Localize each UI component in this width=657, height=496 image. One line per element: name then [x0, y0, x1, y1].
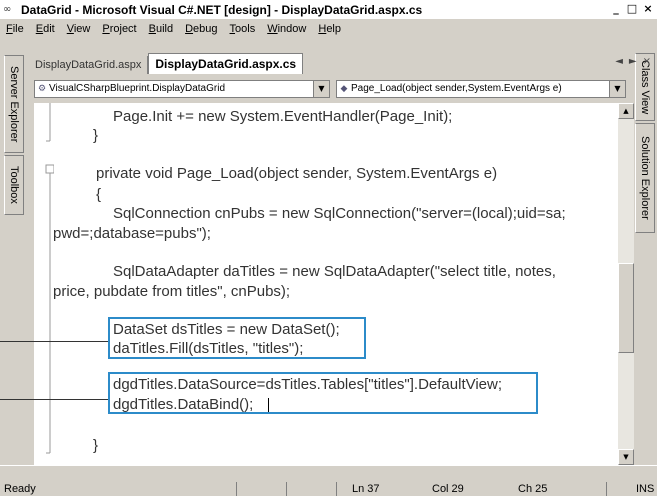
class-dropdown-value: VisualCSharpBlueprint.DisplayDataGrid — [49, 83, 226, 94]
menu-debug[interactable]: Debug — [179, 23, 223, 35]
callout-line-1 — [0, 341, 108, 342]
solution-explorer-tab[interactable]: Solution Explorer — [635, 123, 655, 233]
title-bar: ∞ DataGrid - Microsoft Visual C#.NET [de… — [0, 0, 657, 19]
chevron-down-icon[interactable]: ▼ — [609, 81, 625, 97]
status-divider — [236, 482, 237, 496]
tab-displaydatagrid-aspx-cs[interactable]: DisplayDataGrid.aspx.cs — [148, 53, 304, 74]
method-dropdown[interactable]: ◆ Page_Load(object sender,System.EventArg… — [336, 80, 626, 98]
tab-close-icon[interactable]: × — [643, 56, 651, 67]
menu-help[interactable]: Help — [312, 23, 347, 35]
status-ready: Ready — [4, 483, 36, 495]
status-insert-mode: INS — [636, 483, 655, 495]
close-button[interactable]: × — [641, 2, 655, 15]
code-line-8: price, pubdate from titles", cnPubs); — [53, 283, 291, 300]
chevron-down-icon[interactable]: ▼ — [313, 81, 329, 97]
code-line-5: SqlConnection cnPubs = new SqlConnection… — [113, 205, 566, 222]
tab-displaydatagrid-aspx[interactable]: DisplayDataGrid.aspx — [29, 56, 149, 74]
vs-logo-icon: ∞ — [3, 3, 12, 15]
menu-tools[interactable]: Tools — [224, 23, 262, 35]
code-line-7: SqlDataAdapter daTitles = new SqlDataAda… — [113, 263, 556, 280]
menu-view[interactable]: View — [61, 23, 97, 35]
outline-gutter — [34, 103, 55, 465]
menu-project[interactable]: Project — [96, 23, 142, 35]
highlight-box-databind — [108, 372, 538, 414]
code-line-3: private void Page_Load(object sender, Sy… — [96, 165, 498, 182]
document-tabs: DisplayDataGrid.aspx DisplayDataGrid.asp… — [29, 52, 629, 74]
status-bar: Ready Ln 37 Col 29 Ch 25 INS — [0, 465, 657, 496]
scroll-down-arrow-icon[interactable]: ▼ — [618, 449, 634, 465]
window-controls: _ □ × — [609, 2, 655, 15]
window-title: DataGrid - Microsoft Visual C#.NET [desi… — [21, 2, 423, 17]
menu-bar: File Edit View Project Build Debug Tools… — [0, 19, 657, 39]
status-char: Ch 25 — [518, 483, 548, 495]
code-line-2: } — [93, 127, 99, 144]
menu-edit[interactable]: Edit — [30, 23, 61, 35]
scroll-up-arrow-icon[interactable]: ▲ — [618, 103, 634, 119]
menu-file[interactable]: File — [0, 23, 30, 35]
method-icon: ◆ — [340, 84, 348, 94]
outline-lines — [45, 103, 55, 454]
left-dock: Server Explorer Toolbox — [0, 39, 27, 465]
code-line-4: { — [96, 186, 102, 203]
status-line: Ln 37 — [352, 483, 380, 495]
vertical-scrollbar[interactable]: ▲ ▼ — [618, 103, 634, 465]
right-dock: Class View Solution Explorer — [632, 39, 657, 465]
code-line-6: pwd=;database=pubs"); — [53, 225, 211, 242]
callout-line-2 — [0, 399, 108, 400]
status-divider — [606, 482, 607, 496]
tab-prev-icon[interactable]: ◄ — [615, 56, 623, 67]
code-line-1: Page.Init += new System.EventHandler(Pag… — [113, 108, 453, 125]
maximize-button[interactable]: □ — [625, 2, 639, 15]
tab-next-icon[interactable]: ► — [629, 56, 637, 67]
class-icon: ⚙ — [37, 84, 47, 94]
status-divider — [286, 482, 287, 496]
status-divider — [336, 482, 337, 496]
method-dropdown-value: Page_Load(object sender,System.EventArgs… — [351, 83, 562, 94]
menu-build[interactable]: Build — [143, 23, 179, 35]
class-dropdown[interactable]: ⚙ VisualCSharpBlueprint.DisplayDataGrid ▼ — [34, 80, 330, 98]
toolbox-tab[interactable]: Toolbox — [4, 155, 24, 215]
menu-window[interactable]: Window — [261, 23, 312, 35]
server-explorer-tab[interactable]: Server Explorer — [4, 55, 24, 153]
code-line-13: } — [93, 437, 99, 454]
highlight-box-dataset — [108, 317, 366, 359]
navigation-bar: ⚙ VisualCSharpBlueprint.DisplayDataGrid ▼… — [34, 80, 628, 98]
status-column: Col 29 — [432, 483, 464, 495]
scroll-thumb[interactable] — [618, 263, 634, 353]
minimize-button[interactable]: _ — [609, 2, 623, 15]
tab-navigation: ◄ ► × — [615, 56, 651, 67]
